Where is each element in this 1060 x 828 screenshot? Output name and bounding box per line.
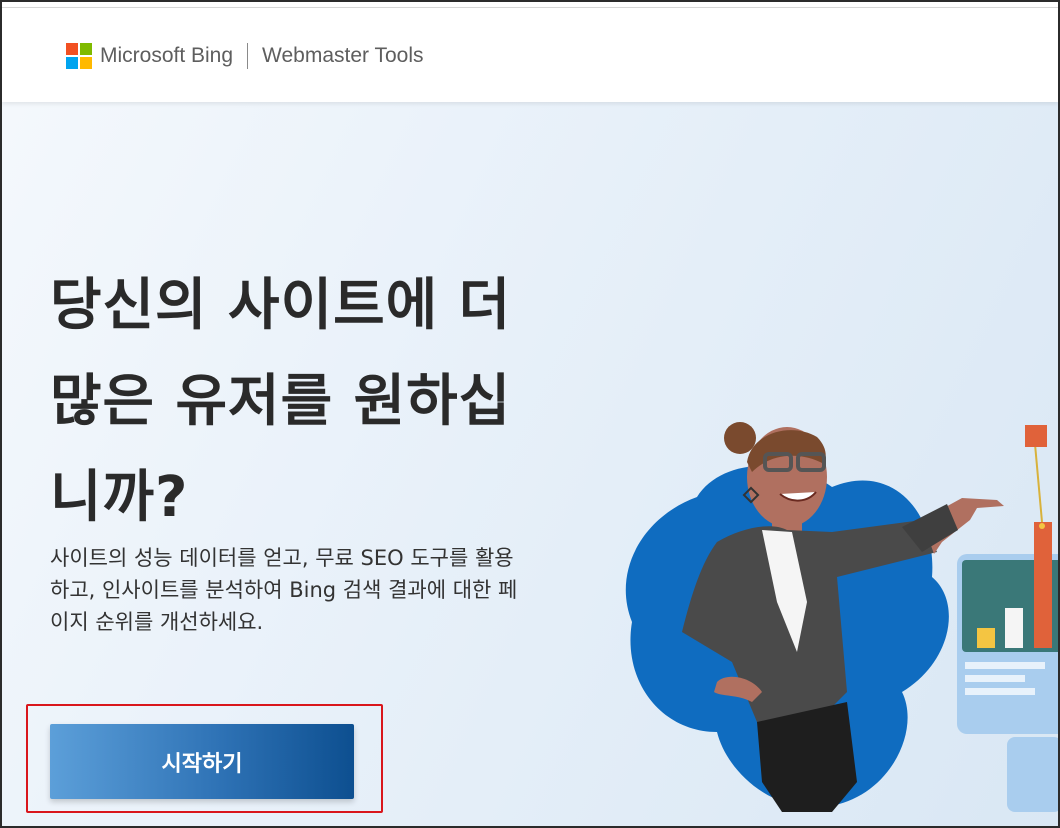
logo-square-yellow <box>80 57 92 69</box>
logo-square-blue <box>66 57 78 69</box>
description-line: 사이트의 성능 데이터를 얻고, 무료 SEO 도구를 활용 <box>50 546 514 570</box>
description-line: 이지 순위를 개선하세요. <box>50 610 264 634</box>
microsoft-logo-icon <box>66 43 92 69</box>
site-header: Microsoft Bing Webmaster Tools <box>2 8 1058 102</box>
headline-line: 많은 유저를 원하십 <box>50 369 512 434</box>
brand-logo-link[interactable]: Microsoft Bing Webmaster Tools <box>66 42 424 70</box>
headline-line: 니까? <box>50 465 189 530</box>
logo-square-red <box>66 43 78 55</box>
woman-pointing-at-chart-illustration <box>625 422 1058 812</box>
logo-square-green <box>80 43 92 55</box>
chart-board <box>957 425 1058 812</box>
brand-divider <box>247 43 249 69</box>
hero-section: 당신의 사이트에 더 많은 유저를 원하십 니까? 사이트의 성능 데이터를 얻… <box>2 102 1058 826</box>
get-started-button[interactable]: 시작하기 <box>50 724 354 799</box>
hero-description: 사이트의 성능 데이터를 얻고, 무료 SEO 도구를 활용 하고, 인사이트를… <box>50 542 610 638</box>
description-line: 하고, 인사이트를 분석하여 Bing 검색 결과에 대한 페 <box>50 578 518 602</box>
hero-headline: 당신의 사이트에 더 많은 유저를 원하십 니까? <box>50 258 610 546</box>
product-name: Webmaster Tools <box>262 44 424 67</box>
brand-name: Microsoft Bing <box>100 44 234 67</box>
page-frame: Microsoft Bing Webmaster Tools 당신의 사이트에 … <box>0 0 1060 828</box>
headline-line: 당신의 사이트에 더 <box>50 273 512 338</box>
